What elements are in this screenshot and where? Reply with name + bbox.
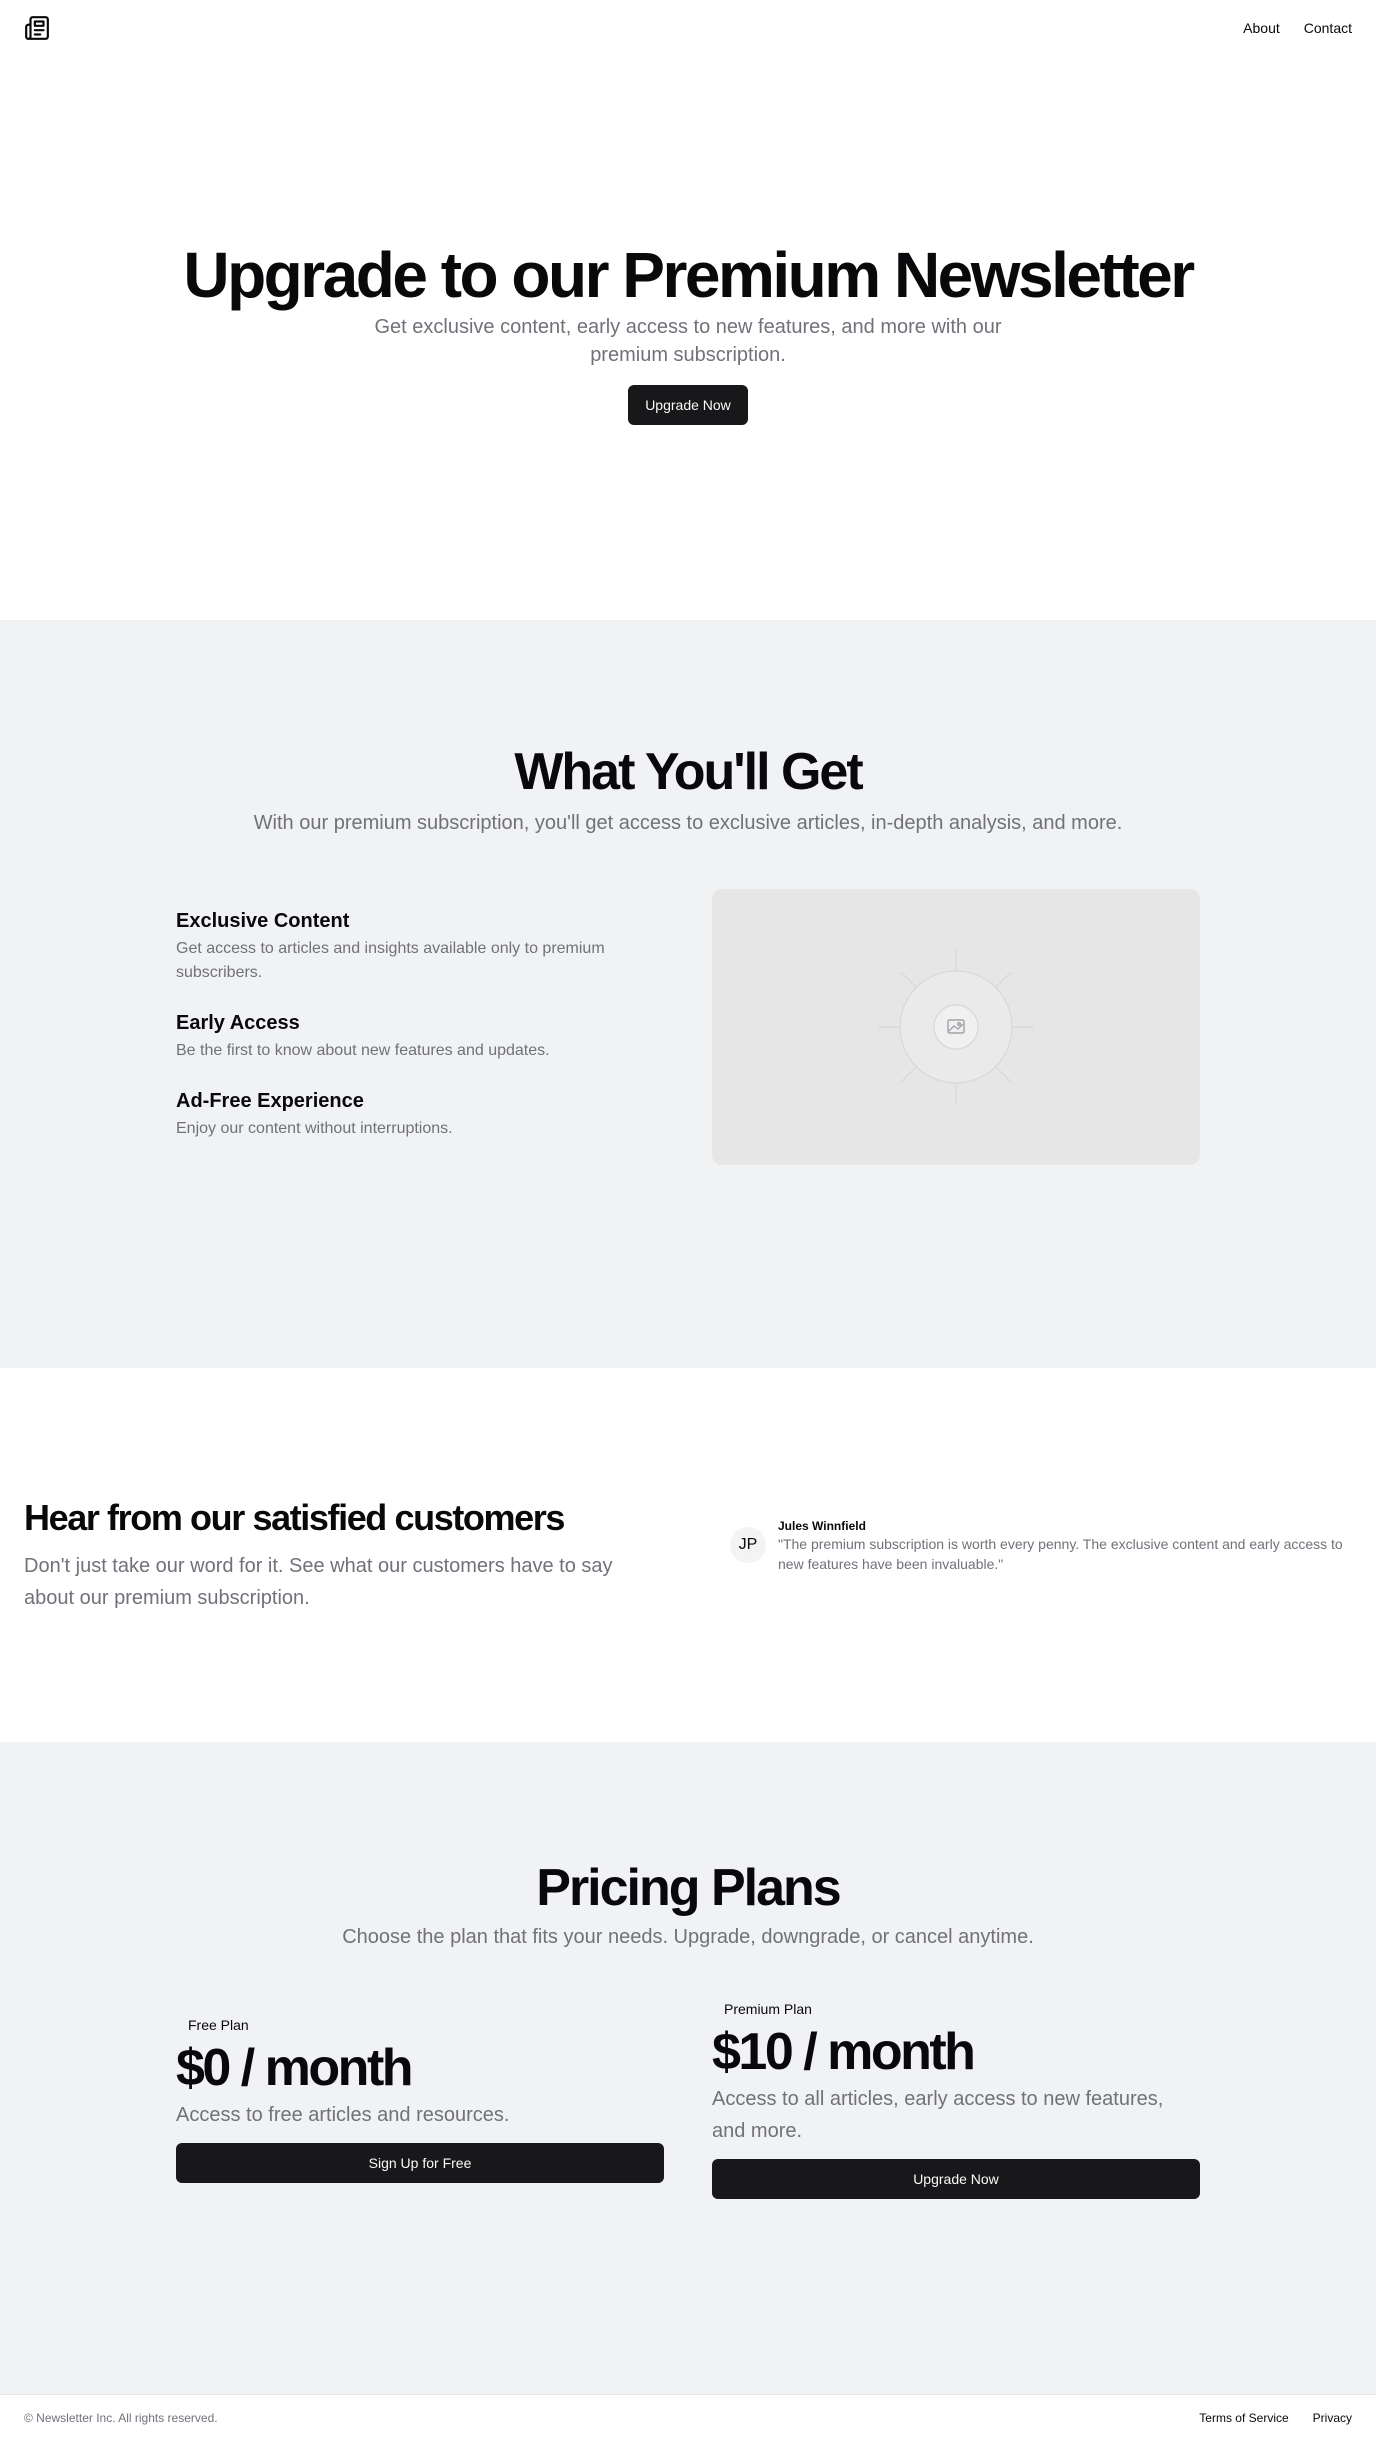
- plan-card-premium: Premium Plan $10 / month Access to all a…: [712, 1997, 1200, 2199]
- feature-item: Exclusive Content Get access to articles…: [176, 907, 664, 985]
- testimonial-author: Jules Winnfield: [778, 1519, 866, 1533]
- feature-description: Get access to articles and insights avai…: [176, 940, 605, 982]
- feature-title: Early Access: [176, 1012, 300, 1035]
- site-footer: © Newsletter Inc. All rights reserved. T…: [0, 2394, 1376, 2440]
- feature-item: Early Access Be the first to know about …: [176, 1009, 664, 1063]
- sign-up-free-button[interactable]: Sign Up for Free: [176, 2142, 664, 2183]
- main-nav: About Contact: [1243, 20, 1352, 36]
- newspaper-icon[interactable]: [24, 15, 50, 41]
- testimonials-section: Hear from our satisfied customers Don't …: [0, 1368, 1376, 1742]
- copyright-text: © Newsletter Inc. All rights reserved.: [24, 2410, 218, 2425]
- testimonials-title: Hear from our satisfied customers: [24, 1497, 565, 1539]
- pricing-header: Pricing Plans Choose the plan that fits …: [0, 1859, 1376, 1953]
- feature-item: Ad-Free Experience Enjoy our content wit…: [176, 1087, 664, 1141]
- avatar: JP: [730, 1527, 766, 1563]
- plan-description: Access to all articles, early access to …: [712, 2087, 1164, 2142]
- hero-subtitle: Get exclusive content, early access to n…: [374, 316, 1002, 367]
- feature-description: Be the first to know about new features …: [176, 1042, 550, 1060]
- plan-price: $0 / month: [176, 2039, 414, 2098]
- image-placeholder-icon: [878, 949, 1034, 1106]
- testimonials-subtitle: Don't just take our word for it. See wha…: [24, 1554, 613, 1609]
- feature-description: Enjoy our content without interruptions.: [176, 1120, 453, 1138]
- testimonials-intro: Hear from our satisfied customers Don't …: [24, 1496, 634, 1613]
- hero-title: Upgrade to our Premium Newsletter: [183, 239, 1195, 311]
- features-list: Exclusive Content Get access to articles…: [176, 889, 664, 1165]
- pricing-subtitle: Choose the plan that fits your needs. Up…: [342, 1926, 1034, 1949]
- feature-title: Ad-Free Experience: [176, 1090, 364, 1113]
- features-header: What You'll Get With our premium subscri…: [0, 743, 1376, 839]
- plan-price: $10 / month: [712, 2023, 976, 2082]
- footer-nav: Terms of Service Privacy: [1199, 2411, 1352, 2425]
- testimonial-quote: "The premium subscription is worth every…: [778, 1536, 1343, 1572]
- privacy-link[interactable]: Privacy: [1313, 2411, 1352, 2425]
- features-subtitle: With our premium subscription, you'll ge…: [253, 812, 1123, 835]
- plan-description: Access to free articles and resources.: [176, 2103, 510, 2126]
- pricing-section: Pricing Plans Choose the plan that fits …: [0, 1742, 1376, 2394]
- pricing-plans: Free Plan $0 / month Access to free arti…: [176, 1997, 1200, 2199]
- pricing-title: Pricing Plans: [536, 1859, 841, 1917]
- features-grid: Exclusive Content Get access to articles…: [176, 889, 1200, 1166]
- site-header: About Contact: [0, 0, 1376, 56]
- features-title: What You'll Get: [514, 743, 863, 801]
- premium-upgrade-button[interactable]: Upgrade Now: [712, 2158, 1200, 2199]
- plan-badge: Premium Plan: [724, 2001, 812, 2018]
- testimonial-card: JP Jules Winnfield "The premium subscrip…: [730, 1518, 1352, 1592]
- testimonial-body: Jules Winnfield "The premium subscriptio…: [778, 1518, 1352, 1574]
- nav-contact-link[interactable]: Contact: [1304, 20, 1352, 36]
- nav-about-link[interactable]: About: [1243, 20, 1280, 36]
- feature-title: Exclusive Content: [176, 910, 350, 933]
- plan-badge: Free Plan: [188, 2017, 249, 2034]
- hero-upgrade-button[interactable]: Upgrade Now: [628, 385, 748, 426]
- hero-section: Upgrade to our Premium Newsletter Get ex…: [0, 56, 1376, 620]
- feature-image: [712, 889, 1200, 1166]
- features-section: What You'll Get With our premium subscri…: [0, 620, 1376, 1368]
- plan-card-free: Free Plan $0 / month Access to free arti…: [176, 1997, 664, 2183]
- terms-of-service-link[interactable]: Terms of Service: [1199, 2411, 1288, 2425]
